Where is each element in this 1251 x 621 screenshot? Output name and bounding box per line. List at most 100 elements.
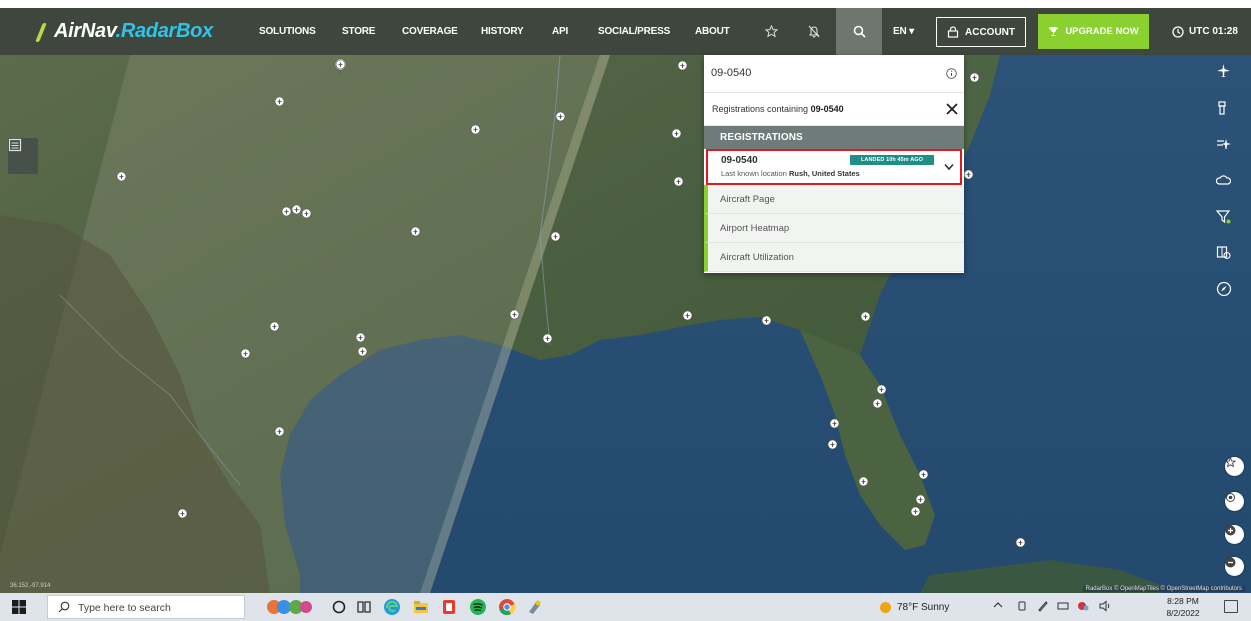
aircraft-marker[interactable] [356, 345, 369, 362]
zoom-out-icon [1225, 557, 1236, 568]
status-badge: LANDED 10h 45m AGO [850, 155, 934, 165]
paint-icon[interactable] [526, 598, 544, 616]
aircraft-page-link[interactable]: Aircraft Page [704, 185, 964, 214]
airport-heatmap-link[interactable]: Airport Heatmap [704, 214, 964, 243]
aircraft-marker[interactable] [554, 110, 567, 127]
taskbar-search-box[interactable]: Type here to search [47, 595, 245, 619]
aircraft-marker[interactable] [409, 225, 422, 242]
map-attribution[interactable]: RadarBox © OpenMapTiles © OpenStreetMap … [1082, 586, 1245, 592]
edge-icon[interactable] [383, 598, 401, 616]
aircraft-marker[interactable] [273, 425, 286, 442]
news-widget-icon[interactable] [266, 598, 314, 616]
info-icon[interactable] [946, 68, 957, 79]
spotify-icon[interactable] [469, 598, 487, 616]
zoom-in-button[interactable] [1225, 525, 1244, 544]
aircraft-utilization-label: Aircraft Utilization [720, 252, 794, 263]
search-query: 09-0540 [711, 67, 752, 79]
aircraft-marker[interactable] [681, 309, 694, 326]
filter-icon[interactable] [1216, 209, 1251, 241]
chevron-down-icon[interactable] [944, 163, 954, 171]
weather-widget[interactable]: 78°F Sunny [880, 593, 949, 621]
tray-chevron-up-icon[interactable] [993, 600, 1003, 610]
search-input[interactable]: 09-0540 [704, 55, 964, 93]
aircraft-marker[interactable] [760, 314, 773, 331]
weather-icon[interactable] [1216, 173, 1251, 205]
aircraft-marker[interactable] [676, 59, 689, 76]
aircraft-marker[interactable] [859, 310, 872, 327]
upgrade-now-button[interactable]: UPGRADE NOW [1038, 14, 1149, 49]
star-icon[interactable] [756, 8, 786, 55]
aircraft-marker[interactable] [672, 175, 685, 192]
aircraft-page-label: Aircraft Page [720, 194, 775, 205]
aircraft-utilization-link[interactable]: Aircraft Utilization [704, 243, 964, 272]
search-toggle-button[interactable] [836, 8, 882, 55]
tower-icon[interactable] [1216, 100, 1251, 132]
aircraft-marker[interactable] [828, 417, 841, 434]
nav-api[interactable]: API [552, 8, 568, 55]
nav-solutions[interactable]: SOLUTIONS [259, 8, 316, 55]
volume-icon[interactable] [1099, 600, 1111, 612]
aircraft-marker[interactable] [115, 170, 128, 187]
aircraft-marker[interactable] [273, 95, 286, 112]
scope-prefix: Registrations containing [712, 104, 811, 114]
aircraft-marker[interactable] [871, 397, 884, 414]
aircraft-marker[interactable] [508, 308, 521, 325]
aircraft-marker[interactable] [826, 438, 839, 455]
pen-icon[interactable] [1037, 600, 1049, 612]
logo-radarbox: RadarBox [120, 20, 213, 42]
utc-clock: UTC 01:28 [1172, 8, 1238, 55]
flight-map[interactable]: 36.152,-97.914 RadarBox © OpenMapTiles ©… [0, 55, 1251, 593]
aircraft-marker[interactable] [469, 123, 482, 140]
close-icon[interactable] [944, 101, 960, 117]
upgrade-label: UPGRADE NOW [1065, 26, 1139, 37]
zoom-out-button[interactable] [1225, 557, 1244, 576]
nav-social-press[interactable]: SOCIAL/PRESS [598, 8, 670, 55]
locate-button[interactable] [1225, 492, 1244, 511]
trophy-icon [1049, 27, 1059, 36]
taskbar-clock[interactable]: 8:28 PM 8/2/2022 [1162, 595, 1204, 619]
aircraft-marker[interactable] [968, 71, 981, 88]
nav-store[interactable]: STORE [342, 8, 375, 55]
aircraft-marker[interactable] [1014, 536, 1027, 553]
onedrive-icon[interactable] [1016, 600, 1028, 612]
top-strip [0, 0, 1251, 8]
language-select[interactable]: EN ▾ [893, 8, 914, 55]
aircraft-marker[interactable] [670, 127, 683, 144]
windows-taskbar: Type here to search 78°F Sunny 8:28 PM 8… [0, 593, 1251, 621]
aircraft-marker[interactable] [239, 347, 252, 364]
nav-history[interactable]: HISTORY [481, 8, 524, 55]
aircraft-marker[interactable] [176, 507, 189, 524]
weather-text: 78°F Sunny [897, 601, 950, 613]
notification-center-icon[interactable] [1224, 600, 1238, 613]
aircraft-marker[interactable] [917, 468, 930, 485]
windows-start-icon[interactable] [12, 600, 26, 614]
registration-result[interactable]: 09-0540 LANDED 10h 45m AGO Last known lo… [706, 149, 962, 185]
utc-label: UTC 01:28 [1189, 26, 1238, 37]
aircraft-filter-icon[interactable] [1216, 63, 1251, 95]
account-button[interactable]: ACCOUNT [936, 17, 1026, 47]
app-tray-icon[interactable] [1077, 600, 1089, 612]
task-view-icon[interactable] [355, 598, 373, 616]
cortana-icon[interactable] [330, 598, 348, 616]
aircraft-marker[interactable] [857, 475, 870, 492]
aircraft-marker[interactable] [300, 207, 313, 224]
aircraft-marker[interactable] [268, 320, 281, 337]
file-explorer-icon[interactable] [412, 598, 430, 616]
layers-icon[interactable] [1216, 245, 1251, 277]
chrome-icon[interactable] [498, 598, 516, 616]
aircraft-marker[interactable] [334, 58, 347, 75]
compass-icon[interactable] [1216, 281, 1251, 313]
airnav-logo[interactable]: AirNav.RadarBox [34, 8, 213, 55]
aircraft-marker[interactable] [549, 230, 562, 247]
flight-list-toggle-button[interactable] [8, 138, 38, 174]
favorite-button[interactable] [1225, 457, 1244, 476]
network-icon[interactable] [1057, 600, 1069, 612]
nav-about[interactable]: ABOUT [695, 8, 730, 55]
flights-icon[interactable] [1216, 137, 1251, 169]
aircraft-marker[interactable] [909, 505, 922, 522]
nav-coverage[interactable]: COVERAGE [402, 8, 458, 55]
taskbar-search-placeholder: Type here to search [78, 602, 171, 614]
aircraft-marker[interactable] [541, 332, 554, 349]
bell-off-icon[interactable] [799, 8, 829, 55]
office-icon[interactable] [440, 598, 458, 616]
